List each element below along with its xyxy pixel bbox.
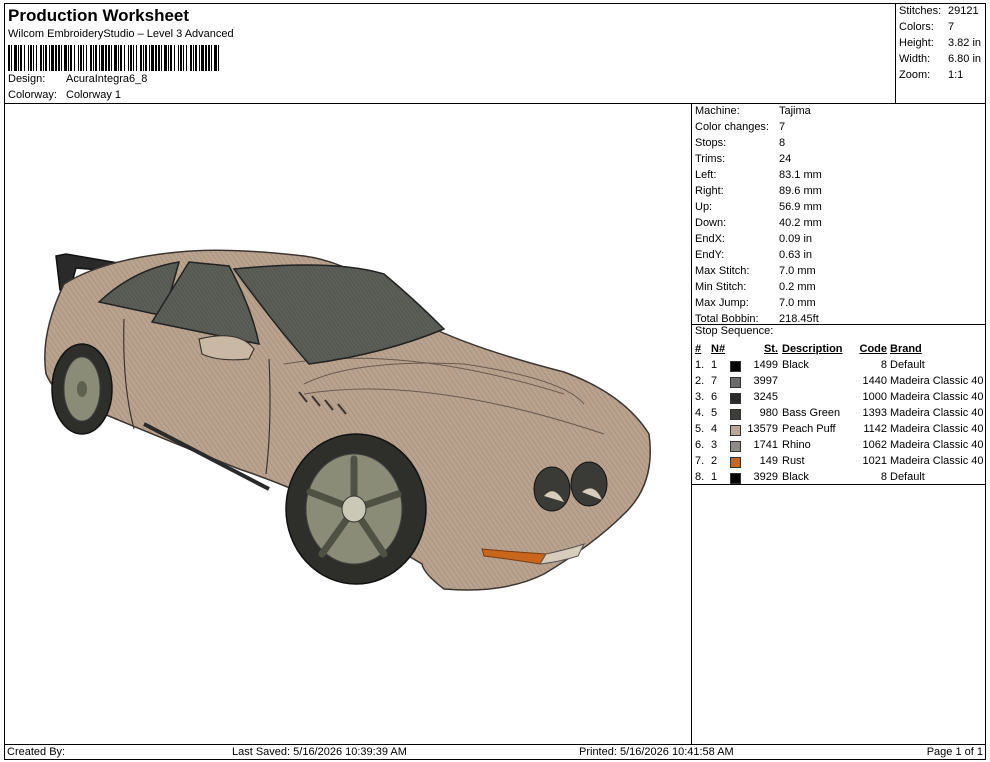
design-preview (4, 104, 692, 744)
info-endx: EndX: 0.09 in (695, 233, 813, 245)
stop-sequence-table: # N# St. Description Code Brand 1. 1 1499 B… (692, 341, 984, 485)
stop-row: 8. 1 3929 Black 8 Default (695, 470, 925, 484)
stop-row: 4. 5 980 Bass Green 1393 Madeira Classic 40 (695, 406, 984, 420)
color-swatch-icon (730, 440, 741, 452)
summary-colors: Colors: 7 (899, 21, 955, 33)
created-by: Created By: (7, 746, 66, 758)
summary-zoom: Zoom: 1:1 (899, 69, 964, 81)
design-label: Design: (8, 73, 46, 85)
design-name: AcuraIntegra6_8 (66, 73, 148, 85)
stop-sequence-label: Stop Sequence: (695, 325, 774, 337)
info-trims: Trims: 24 (695, 153, 792, 165)
worksheet-header: Production Worksheet Wilcom EmbroiderySt… (4, 3, 986, 104)
color-swatch-icon (730, 424, 741, 436)
summary-width: Width: 6.80 in (899, 53, 982, 65)
barcode-icon (8, 45, 219, 71)
summary-stitches: Stitches: 29121 (899, 5, 979, 17)
color-swatch-icon (730, 360, 741, 372)
colorway-name: Colorway 1 (66, 89, 122, 101)
stop-row: 3. 6 3245 1000 Madeira Classic 40 (695, 390, 984, 404)
info-max-stitch: Max Stitch: 7.0 mm (695, 265, 816, 277)
summary-height: Height: 3.82 in (899, 37, 982, 49)
info-down: Down: 40.2 mm (695, 217, 822, 229)
page-title: Production Worksheet (8, 6, 190, 25)
info-max-jump: Max Jump: 7.0 mm (695, 297, 816, 309)
info-up: Up: 56.9 mm (695, 201, 822, 213)
last-saved: Last Saved: 5/16/2026 10:39:39 AM (232, 746, 407, 758)
info-machine: Machine: Tajima (695, 105, 811, 117)
color-swatch-icon (730, 392, 741, 404)
info-left: Left: 83.1 mm (695, 169, 822, 181)
info-min-stitch: Min Stitch: 0.2 mm (695, 281, 816, 293)
software-name: Wilcom EmbroideryStudio – Level 3 Advanc… (8, 28, 234, 40)
car-embroidery-image (44, 249, 651, 591)
info-stops: Stops: 8 (695, 137, 786, 149)
printed-date: Printed: 5/16/2026 10:41:58 AM (579, 746, 734, 758)
stop-table-header: # N# St. Description Code Brand (695, 343, 922, 355)
stop-row: 5. 4 13579 Peach Puff 1142 Madeira Classic 40 (695, 422, 984, 436)
colorway-label: Colorway: (8, 89, 57, 101)
color-swatch-icon (730, 472, 741, 484)
stop-row: 6. 3 1741 Rhino 1062 Madeira Classic 40 (695, 438, 984, 452)
info-color-changes: Color changes: 7 (695, 121, 786, 133)
color-swatch-icon (730, 408, 741, 420)
info-endy: EndY: 0.63 in (695, 249, 813, 261)
worksheet-footer: Created By: Last Saved: 5/16/2026 10:39:… (4, 744, 986, 760)
stop-row: 2. 7 3997 1440 Madeira Classic 40 (695, 374, 984, 388)
summary-panel: Stitches: 29121 Colors: 7 Height: 3.82 in W… (895, 3, 987, 103)
info-right: Right: 89.6 mm (695, 185, 822, 197)
color-swatch-icon (730, 376, 741, 388)
page-number: Page 1 of 1 (926, 746, 983, 758)
stop-row: 7. 2 149 Rust 1021 Madeira Classic 40 (695, 454, 984, 468)
color-swatch-icon (730, 456, 741, 468)
stop-row: 1. 1 1499 Black 8 Default (695, 358, 925, 372)
